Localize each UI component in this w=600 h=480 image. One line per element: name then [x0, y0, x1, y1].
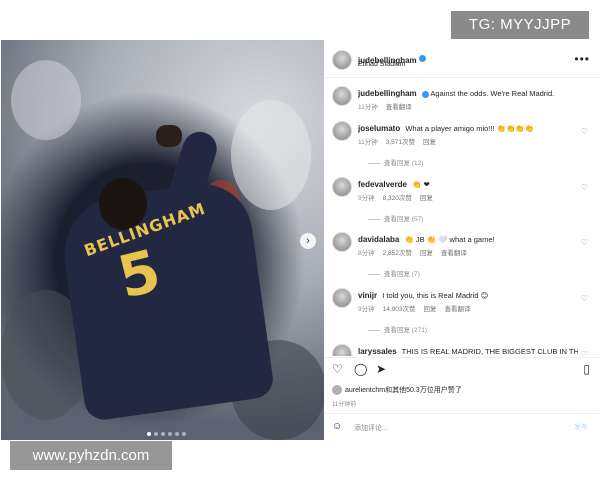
comment-likes[interactable]: 8,320次赞	[383, 195, 412, 202]
comment-item: joselumato What a player amigo mio!!! 👏👏…	[332, 121, 592, 167]
comment-item: davidalaba 👏 JB 👏 🤍 what a game! 8分钟 2,85…	[332, 232, 592, 278]
reply-link[interactable]: 回复	[424, 306, 437, 313]
comment-time: 9分钟	[358, 195, 375, 202]
carousel-dot	[161, 432, 165, 436]
author-avatar[interactable]	[332, 50, 352, 70]
carousel-dot	[175, 432, 179, 436]
post-image[interactable]: BELLINGHAM 5 ›	[1, 40, 324, 440]
emoji-icon[interactable]: ☺	[332, 421, 342, 432]
comment-text: 👏 ❤	[412, 180, 430, 189]
reply-link[interactable]: 回复	[420, 250, 433, 257]
comment-input[interactable]: 添加评论...	[354, 423, 388, 433]
carousel-dots	[147, 432, 186, 436]
like-comment-icon[interactable]: ♡	[581, 238, 588, 247]
player-fist	[156, 125, 182, 147]
caption-text: Against the odds. We're Real Madrid.	[430, 89, 555, 98]
like-comment-icon[interactable]: ♡	[581, 183, 588, 192]
post-caption: judebellingham Against the odds. We're R…	[332, 86, 592, 112]
like-comment-icon[interactable]: ♡	[581, 350, 588, 356]
crowd-blur	[11, 60, 81, 140]
commenter-avatar[interactable]	[332, 177, 352, 197]
commenter-avatar[interactable]	[332, 344, 352, 356]
carousel-dot	[147, 432, 151, 436]
author-avatar[interactable]	[332, 86, 352, 106]
comment-likes[interactable]: 2,852次赞	[383, 250, 412, 257]
view-replies-link[interactable]: 查看回复 (57)	[368, 213, 423, 223]
commenter-avatar[interactable]	[332, 121, 352, 141]
comment-text: What a player amigo mio!!! 👏👏👏👏	[405, 124, 534, 133]
divider	[324, 413, 600, 414]
comment-item: vinijr I told you, this is Real Madrid 😊…	[332, 288, 592, 334]
like-comment-icon[interactable]: ♡	[581, 127, 588, 136]
commenter-username[interactable]: laryssales	[358, 347, 397, 356]
post-header: judebellingham Etihad Stadium •••	[332, 48, 592, 76]
comment-likes[interactable]: 14,903次赞	[383, 306, 416, 313]
reply-link[interactable]: 回复	[423, 139, 436, 146]
caption-time: 11分钟	[358, 104, 378, 111]
next-image-icon[interactable]: ›	[300, 233, 316, 249]
save-icon[interactable]: ▯	[583, 362, 590, 376]
translate-link[interactable]: 查看翻译	[386, 104, 412, 111]
comment-input-row[interactable]: ☺ 添加评论... 发布	[332, 421, 594, 435]
post-comment-button[interactable]: 发布	[574, 422, 588, 432]
comment-time: 9分钟	[358, 306, 375, 313]
divider	[324, 357, 600, 358]
view-replies-link[interactable]: 查看回复 (271)	[368, 324, 427, 334]
share-icon[interactable]: ➤	[376, 362, 386, 376]
comment-likes[interactable]: 3,571次赞	[386, 139, 415, 146]
crowd-blur	[231, 100, 311, 210]
commenter-username[interactable]: joselumato	[358, 124, 400, 133]
view-replies-link[interactable]: 查看回复 (7)	[368, 268, 420, 278]
like-comment-icon[interactable]: ♡	[581, 294, 588, 303]
more-options-icon[interactable]: •••	[574, 52, 590, 66]
liked-by-text: aurelientchm和其他50.3万位用户赞了	[345, 387, 462, 394]
caption-username[interactable]: judebellingham	[358, 89, 417, 98]
commenter-username[interactable]: davidalaba	[358, 235, 399, 244]
commenter-avatar[interactable]	[332, 232, 352, 252]
watermark-top: TG: MYYJJPP	[451, 11, 589, 39]
carousel-dot	[168, 432, 172, 436]
post-detail-panel: judebellingham Etihad Stadium ••• judebe…	[324, 40, 600, 440]
reply-link[interactable]: 回复	[420, 195, 433, 202]
comment-text: THIS IS REAL MADRID, THE BIGGEST CLUB IN…	[401, 347, 578, 356]
divider	[324, 77, 600, 78]
comment-item: laryssales THIS IS REAL MADRID, THE BIGG…	[332, 344, 592, 356]
carousel-dot	[182, 432, 186, 436]
watermark-bottom: www.pyhzdn.com	[10, 441, 172, 470]
commenter-username[interactable]: fedevalverde	[358, 180, 407, 189]
comment-text: 👏 JB 👏 🤍 what a game!	[404, 235, 495, 244]
post-location[interactable]: Etihad Stadium	[358, 61, 405, 68]
like-icon[interactable]: ♡	[332, 362, 343, 376]
carousel-dot	[154, 432, 158, 436]
commenter-username[interactable]: vinijr	[358, 291, 377, 300]
verified-icon	[418, 55, 426, 63]
comment-text: I told you, this is Real Madrid 😊	[382, 291, 489, 300]
action-bar: ♡ ◯ ➤ ▯	[332, 362, 592, 380]
comment-time: 11分钟	[358, 139, 378, 146]
post-time: 11分钟前	[332, 402, 357, 408]
liked-by[interactable]: aurelientchm和其他50.3万位用户赞了	[332, 385, 462, 396]
liker-avatar	[332, 385, 342, 396]
translate-link[interactable]: 查看翻译	[445, 306, 471, 313]
comment-time: 8分钟	[358, 250, 375, 257]
comment-item: fedevalverde 👏 ❤ 9分钟 8,320次赞 回复 查看回复 (57) …	[332, 177, 592, 223]
verified-icon	[421, 90, 429, 98]
view-replies-link[interactable]: 查看回复 (12)	[368, 157, 423, 167]
translate-link[interactable]: 查看翻译	[441, 250, 467, 257]
commenter-avatar[interactable]	[332, 288, 352, 308]
comment-icon[interactable]: ◯	[354, 362, 367, 376]
